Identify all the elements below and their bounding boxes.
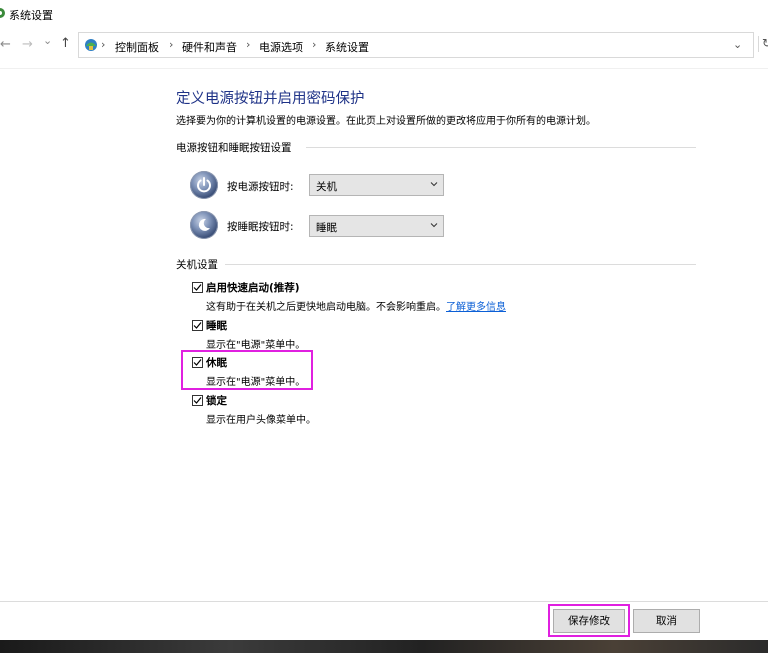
hibernate-label[interactable]: 休眠 [206,355,227,370]
checkmark-icon [193,397,202,404]
sleep-button-icon [190,211,218,239]
chevron-down-icon [430,182,438,187]
fast-startup-description-text: 这有助于在关机之后更快地启动电脑。不会影响重启。 [206,302,446,313]
lock-description: 显示在用户头像菜单中。 [206,415,316,426]
back-button[interactable]: ← [0,38,11,52]
sleep-label[interactable]: 睡眠 [206,318,227,333]
sleep-description: 显示在"电源"菜单中。 [206,340,306,351]
breadcrumb-control-panel[interactable]: 控制面板 [115,39,159,55]
title-bar: 系统设置 [0,0,768,28]
cancel-button[interactable]: 取消 [633,609,700,633]
up-button[interactable]: ↑ [60,37,71,51]
hibernate-description: 显示在"电源"菜单中。 [206,377,306,388]
checkmark-icon [193,284,202,291]
power-button-icon [190,171,218,199]
learn-more-link[interactable]: 了解更多信息 [446,302,506,313]
power-button-action-select[interactable]: 关机 [309,174,444,196]
taskbar [0,640,768,653]
breadcrumb-separator: › [246,38,251,51]
system-settings-icon [0,8,5,18]
fast-startup-label[interactable]: 启用快速启动(推荐) [206,280,300,295]
header-divider [0,68,768,69]
power-button-label: 按电源按钮时: [227,181,294,193]
lock-label[interactable]: 锁定 [206,393,227,408]
power-button-action-value: 关机 [316,181,337,193]
page-description: 选择要为你的计算机设置的电源设置。在此页上对设置所做的更改将应用于你所有的电源计… [176,116,596,127]
lock-checkbox[interactable] [192,395,203,406]
address-bar[interactable]: › 控制面板 › 硬件和声音 › 电源选项 › 系统设置 ⌄ [78,32,754,58]
sleep-checkbox[interactable] [192,320,203,331]
save-changes-button[interactable]: 保存修改 [553,609,625,633]
breadcrumb-hardware-sound[interactable]: 硬件和声音 [182,39,237,55]
section-title-buttons: 电源按钮和睡眠按钮设置 [176,142,292,154]
sleep-button-action-select[interactable]: 睡眠 [309,215,444,237]
hibernate-checkbox[interactable] [192,357,203,368]
breadcrumb-separator: › [101,38,106,51]
window-title: 系统设置 [9,9,53,22]
footer-divider [0,601,768,602]
breadcrumb-separator: › [169,38,174,51]
section-divider [225,264,696,265]
sleep-button-action-value: 睡眠 [316,222,337,234]
sleep-button-label: 按睡眠按钮时: [227,221,294,233]
checkmark-icon [193,322,202,329]
page-title: 定义电源按钮并启用密码保护 [176,91,365,107]
section-divider [306,147,696,148]
recent-locations-button[interactable]: ⌄ [43,34,52,48]
breadcrumb-separator: › [312,38,317,51]
breadcrumb-system-settings[interactable]: 系统设置 [325,39,369,55]
chevron-down-icon [430,223,438,228]
refresh-button[interactable]: ↻ [758,36,768,52]
forward-button[interactable]: → [22,38,33,52]
fast-startup-checkbox[interactable] [192,282,203,293]
control-panel-icon [85,39,97,51]
checkmark-icon [193,359,202,366]
section-title-shutdown: 关机设置 [176,259,218,271]
address-dropdown-button[interactable]: ⌄ [733,38,742,51]
fast-startup-description: 这有助于在关机之后更快地启动电脑。不会影响重启。了解更多信息 [206,298,506,313]
breadcrumb-power-options[interactable]: 电源选项 [259,39,303,55]
